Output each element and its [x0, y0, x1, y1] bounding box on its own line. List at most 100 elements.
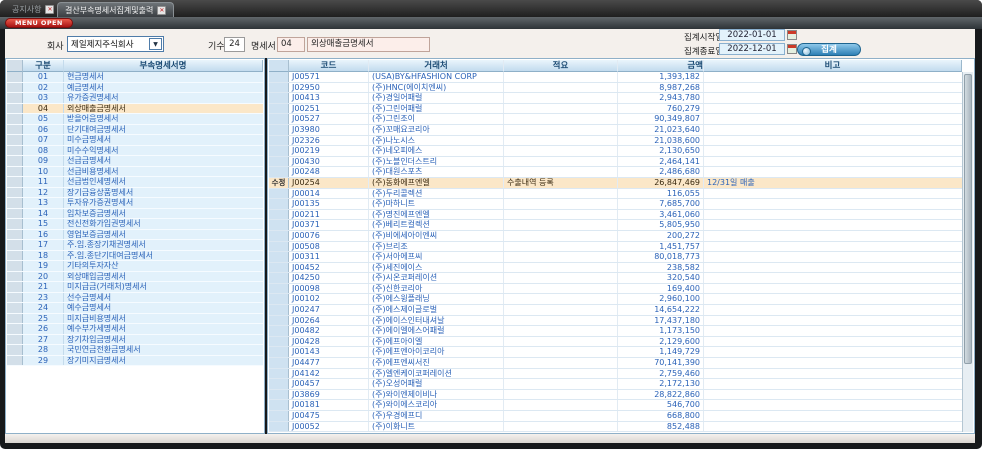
tab-close-icon[interactable]: ✕ [157, 6, 166, 15]
statement-name: 장기미지급명세서 [64, 356, 263, 366]
statement-list-row[interactable]: 09선급금명세서 [7, 156, 263, 167]
company-select[interactable]: 제일제지주식회사 ▼ [67, 36, 164, 52]
detail-table-row[interactable]: J00135(주)마하니트7,685,700 [269, 199, 962, 210]
statement-list-row[interactable]: 04외상매출금명세서 [7, 104, 263, 115]
detail-table-row[interactable]: 수정J00254(주)동화에프엔엘수출내역 등록26,847,46912/31일… [269, 178, 962, 189]
detail-table-row[interactable]: J00248(주)대원스포츠2,486,680 [269, 167, 962, 178]
detail-table-row[interactable]: J00571(USA)BY&HFASHION CORP1,393,182 [269, 72, 962, 83]
detail-table-row[interactable]: J03980(주)꼬매요코리아21,023,640 [269, 125, 962, 136]
row-indicator [7, 198, 23, 208]
statement-name: 주.임.종단기대여금명세서 [64, 251, 263, 261]
detail-table-row[interactable]: J00219(주)네오피에스2,130,650 [269, 146, 962, 157]
statement-list-row[interactable]: 03유가증권명세서 [7, 93, 263, 104]
detail-table-row[interactable]: J00098(주)신한코리아169,400 [269, 284, 962, 295]
statement-no: 11 [23, 177, 64, 187]
statement-list-row[interactable]: 11선급법인세명세서 [7, 177, 263, 188]
vendor-code: J00527 [289, 114, 369, 124]
tab-close-icon[interactable]: ✕ [45, 5, 54, 14]
tab-notice[interactable]: 공지사항 ✕ [5, 2, 61, 17]
calendar-icon[interactable] [787, 30, 797, 40]
detail-table-row[interactable]: J02326(주)나노시스21,038,600 [269, 136, 962, 147]
statement-list-row[interactable]: 07미수금명세서 [7, 135, 263, 146]
statement-name: 선수금명세서 [64, 293, 263, 303]
remark [504, 136, 618, 146]
detail-table-row[interactable]: J00251(주)그린어패럴760,279 [269, 104, 962, 115]
statement-name-input[interactable]: 외상매출금명세서 [307, 37, 430, 52]
statement-list-row[interactable]: 13투자유가증권명세서 [7, 198, 263, 209]
detail-table-row[interactable]: J04477(주)에프엔씨서진70,141,390 [269, 358, 962, 369]
tab-statement-report[interactable]: 결산부속명세서집계및출력 ✕ [57, 2, 174, 17]
detail-table-row[interactable]: J00181(주)와이에스코리아546,700 [269, 400, 962, 411]
row-indicator [269, 167, 289, 177]
chevron-down-icon[interactable]: ▼ [149, 38, 162, 50]
detail-table-row[interactable]: J00211(주)명진에프엔엘3,461,060 [269, 210, 962, 221]
detail-table-row[interactable]: J00102(주)에스윙플래닝2,960,100 [269, 294, 962, 305]
statement-list-row[interactable]: 06단기대여금명세서 [7, 125, 263, 136]
detail-table-row[interactable]: J02950(주)HNC(에이치엔씨)8,987,268 [269, 83, 962, 94]
statement-list-row[interactable]: 18주.임.종단기대여금명세서 [7, 251, 263, 262]
detail-table-row[interactable]: J00052(주)이화니트852,488 [269, 422, 962, 432]
detail-table-row[interactable]: J00371(주)베리트컬렉션5,805,950 [269, 220, 962, 231]
vendor-name: (주)비에세아이엔씨 [369, 231, 504, 241]
statement-list-row[interactable]: 24예수금명세서 [7, 303, 263, 314]
statement-list-row[interactable]: 01현금명세서 [7, 72, 263, 83]
row-indicator [7, 324, 23, 334]
remark [504, 72, 618, 82]
statement-list-row[interactable]: 08미수수익명세서 [7, 146, 263, 157]
row-indicator [269, 157, 289, 167]
statement-list-row[interactable]: 21미지급금(거래처)명세서 [7, 282, 263, 293]
statement-list-row[interactable]: 23선수금명세서 [7, 293, 263, 304]
detail-table-row[interactable]: J00452(주)세진에이스238,582 [269, 263, 962, 274]
statement-list-row[interactable]: 12장기금융상품명세서 [7, 188, 263, 199]
vertical-scrollbar[interactable] [962, 72, 973, 432]
detail-table-row[interactable]: J00311(주)서아에프씨80,018,773 [269, 252, 962, 263]
statement-list-row[interactable]: 16영업보증금명세서 [7, 230, 263, 241]
statement-list-row[interactable]: 14임차보증금명세서 [7, 209, 263, 220]
detail-table-row[interactable]: J00428(주)에프아이엘2,129,600 [269, 337, 962, 348]
detail-table-row[interactable]: J00457(주)오성어패럴2,172,130 [269, 379, 962, 390]
statement-list-row[interactable]: 10선급비용명세서 [7, 167, 263, 178]
statement-list-row[interactable]: 28국민연금전환금명세서 [7, 345, 263, 356]
vendor-code: J00247 [289, 305, 369, 315]
amount: 200,272 [618, 231, 704, 241]
detail-table-row[interactable]: J00247(주)에스제이글로벌14,654,222 [269, 305, 962, 316]
detail-table-row[interactable]: J00076(주)비에세아이엔씨200,272 [269, 231, 962, 242]
menu-open-button[interactable]: MENU OPEN [5, 18, 73, 28]
scrollbar-thumb[interactable] [964, 74, 972, 364]
statement-list-row[interactable]: 26예수부가세명세서 [7, 324, 263, 335]
aggregate-button[interactable]: 집계 [797, 43, 861, 56]
detail-table-row[interactable]: J00264(주)에이스인터내셔날17,437,180 [269, 316, 962, 327]
detail-table-row[interactable]: J00508(주)브리조1,451,757 [269, 242, 962, 253]
amount: 238,582 [618, 263, 704, 273]
statement-list-row[interactable]: 05받을어음명세서 [7, 114, 263, 125]
amount: 169,400 [618, 284, 704, 294]
detail-table-row[interactable]: J00143(주)에프엔아이코리아1,149,729 [269, 347, 962, 358]
statement-list-row[interactable]: 20외상매입금명세서 [7, 272, 263, 283]
detail-table-row[interactable]: J00475(주)우경에프디668,800 [269, 411, 962, 422]
detail-table-row[interactable]: J00413(주)경일어패럴2,943,780 [269, 93, 962, 104]
statement-list-row[interactable]: 15전신전화가입권명세서 [7, 219, 263, 230]
start-date-input[interactable]: 2022-01-01 [719, 29, 785, 41]
detail-table-row[interactable]: J00527(주)그린조이90,349,807 [269, 114, 962, 125]
end-date-input[interactable]: 2022-12-01 [719, 43, 785, 55]
remark [504, 167, 618, 177]
detail-table-row[interactable]: J04142(주)엘엔케이코퍼레이션2,759,460 [269, 369, 962, 380]
statement-list-row[interactable]: 29장기미지급명세서 [7, 356, 263, 367]
statement-list-row[interactable]: 25미지급비용명세서 [7, 314, 263, 325]
statement-code-input[interactable]: 04 [277, 37, 305, 52]
period-input[interactable]: 24 [224, 37, 245, 52]
detail-table-row[interactable]: J03869(주)와이엔제이비나28,822,860 [269, 390, 962, 401]
remark [504, 337, 618, 347]
statement-list-row[interactable]: 27장기차입금명세서 [7, 335, 263, 346]
calendar-icon[interactable] [787, 44, 797, 54]
statement-list-row[interactable]: 17주.임.종장기채권명세서 [7, 240, 263, 251]
detail-table-row[interactable]: J00014(주)두리콜렉션116,055 [269, 189, 962, 200]
note [704, 220, 962, 230]
statement-list-row[interactable]: 19기타의투자자산 [7, 261, 263, 272]
statement-no: 15 [23, 219, 64, 229]
statement-list-row[interactable]: 02예금명세서 [7, 83, 263, 94]
start-date-label: 집계시작일 [684, 31, 723, 43]
detail-table-row[interactable]: J04250(주)시온코퍼레이션320,540 [269, 273, 962, 284]
detail-table-row[interactable]: J00430(주)노블인더스트리2,464,141 [269, 157, 962, 168]
detail-table-row[interactable]: J00482(주)에이엘에스어패럴1,173,150 [269, 326, 962, 337]
